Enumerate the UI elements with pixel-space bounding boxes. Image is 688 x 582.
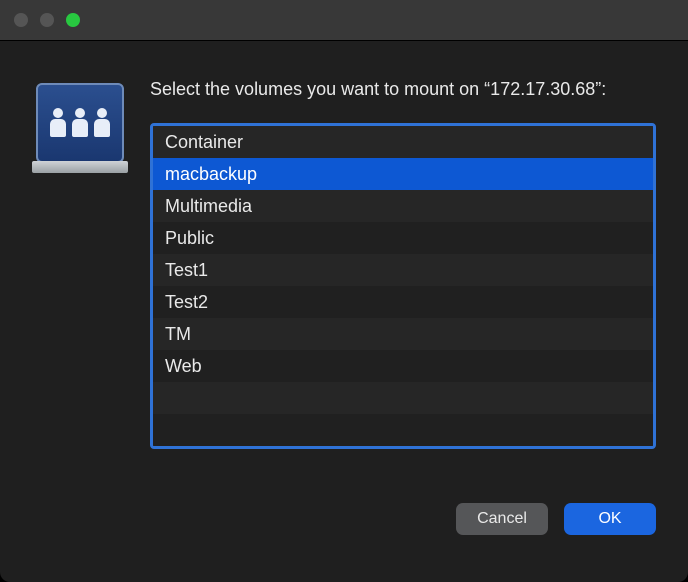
volume-row-web[interactable]: Web xyxy=(153,350,653,382)
volume-row-multimedia[interactable]: Multimedia xyxy=(153,190,653,222)
cancel-button[interactable]: Cancel xyxy=(456,503,548,535)
zoom-window-icon[interactable] xyxy=(66,13,80,27)
volume-row-test2[interactable]: Test2 xyxy=(153,286,653,318)
volume-row-macbackup[interactable]: macbackup xyxy=(153,158,653,190)
volume-row-container[interactable]: Container xyxy=(153,126,653,158)
dialog-prompt: Select the volumes you want to mount on … xyxy=(150,77,656,101)
volume-row-empty xyxy=(153,382,653,414)
volume-row-test1[interactable]: Test1 xyxy=(153,254,653,286)
ok-button[interactable]: OK xyxy=(564,503,656,535)
volume-row-tm[interactable]: TM xyxy=(153,318,653,350)
volume-listbox[interactable]: ContainermacbackupMultimediaPublicTest1T… xyxy=(150,123,656,449)
dialog-footer: Cancel OK xyxy=(0,473,688,535)
network-share-icon xyxy=(32,77,128,173)
volume-row-public[interactable]: Public xyxy=(153,222,653,254)
close-window-icon[interactable] xyxy=(14,13,28,27)
volume-row-empty xyxy=(153,414,653,446)
window-titlebar xyxy=(0,0,688,41)
minimize-window-icon[interactable] xyxy=(40,13,54,27)
